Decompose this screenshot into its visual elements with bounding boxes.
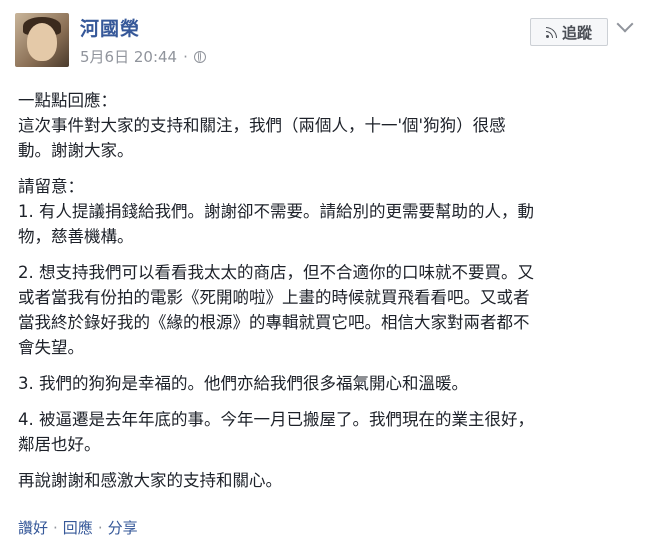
post-actions: 讚好 · 回應 · 分享: [18, 517, 138, 538]
post-paragraph: 再說謝謝和感激大家的支持和關心。: [18, 471, 282, 490]
facebook-post: 河國榮 5月6日 20:44 · 追蹤 一點點回應： 這次事件對大家的支持和關注…: [0, 0, 650, 537]
action-separator: ·: [97, 518, 103, 537]
post-paragraph: 3. 我們的狗狗是幸福的。他們亦給我們很多福氣開心和溫暖。: [18, 374, 468, 393]
rss-icon: [545, 26, 557, 38]
post-meta: 5月6日 20:44 ·: [80, 46, 206, 67]
share-link[interactable]: 分享: [108, 517, 138, 538]
post-paragraph: 1. 有人提議捐錢給我們。謝謝卻不需要。請給別的更需要幫助的人，動 物，慈善機構…: [18, 202, 534, 246]
author-name[interactable]: 河國榮: [80, 14, 140, 41]
comment-link[interactable]: 回應: [63, 517, 93, 538]
follow-label: 追蹤: [561, 23, 592, 42]
follow-button[interactable]: 追蹤: [530, 18, 608, 46]
post-paragraph: 2. 想支持我們可以看看我太太的商店，但不合適你的口味就不要買。又 或者當我有份…: [18, 263, 534, 357]
post-timestamp[interactable]: 5月6日 20:44: [80, 46, 177, 67]
post-paragraph: 請留意：: [18, 177, 84, 196]
like-link[interactable]: 讚好: [18, 517, 48, 538]
chevron-down-icon[interactable]: [616, 15, 634, 33]
post-paragraph: 這次事件對大家的支持和關注，我們（兩個人，十一'個'狗狗）很感 動。謝謝大家。: [18, 116, 506, 160]
post-paragraph: 4. 被逼遷是去年年底的事。今年一月已搬屋了。我們現在的業主很好， 鄰居也好。: [18, 410, 534, 454]
post-paragraph: 一點點回應：: [18, 91, 117, 110]
globe-icon[interactable]: [193, 50, 206, 63]
avatar[interactable]: [15, 13, 69, 67]
meta-separator: ·: [183, 47, 188, 66]
avatar-face: [27, 23, 57, 61]
action-separator: ·: [53, 518, 58, 537]
post-body: 一點點回應： 這次事件對大家的支持和關注，我們（兩個人，十一'個'狗狗）很感 動…: [18, 88, 633, 504]
